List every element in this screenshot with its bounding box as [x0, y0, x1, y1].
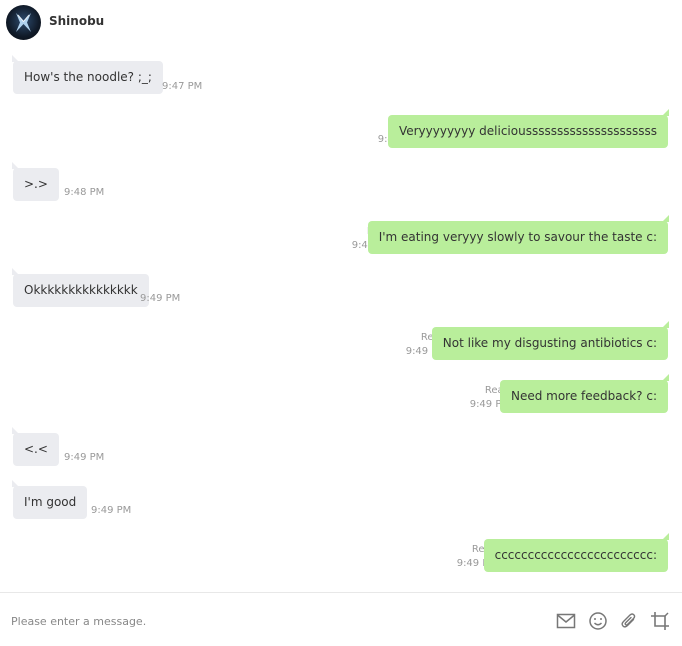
- mail-icon[interactable]: [555, 610, 577, 632]
- incoming-bubble: >.>: [12, 162, 59, 201]
- contact-avatar[interactable]: [6, 5, 41, 40]
- message-thread[interactable]: How's the noodle? ;_; 9:47 PM Read 9:48 …: [0, 46, 682, 592]
- incoming-bubble: Okkkkkkkkkkkkkkk: [12, 268, 149, 307]
- message-composer: [0, 593, 682, 646]
- outgoing-bubble: Veryyyyyyyy delicioussssssssssssssssssss…: [387, 109, 670, 148]
- outgoing-bubble: Need more feedback? c:: [499, 374, 670, 413]
- message-time: 9:49 PM: [140, 293, 181, 304]
- incoming-bubble: <.<: [12, 427, 59, 466]
- message-time: 9:49 PM: [64, 452, 105, 463]
- message-time: 9:49 PM: [91, 505, 132, 516]
- outgoing-bubble: I'm eating veryyy slowly to savour the t…: [367, 215, 670, 254]
- crop-icon[interactable]: [649, 610, 671, 632]
- message-time: 9:47 PM: [162, 81, 203, 92]
- contact-name: Shinobu: [49, 14, 105, 28]
- message-time: 9:48 PM: [64, 187, 105, 198]
- outgoing-bubble: cccccccccccccccccccccccc:: [483, 533, 670, 572]
- chat-header: Shinobu: [0, 0, 682, 46]
- emoji-icon[interactable]: [587, 610, 609, 632]
- outgoing-bubble: Not like my disgusting antibiotics c:: [431, 321, 670, 360]
- x-logo-icon: [16, 13, 31, 32]
- incoming-bubble: How's the noodle? ;_;: [12, 55, 163, 94]
- attachment-icon[interactable]: [618, 610, 640, 632]
- message-input[interactable]: [4, 609, 524, 633]
- incoming-bubble: I'm good: [11, 480, 88, 519]
